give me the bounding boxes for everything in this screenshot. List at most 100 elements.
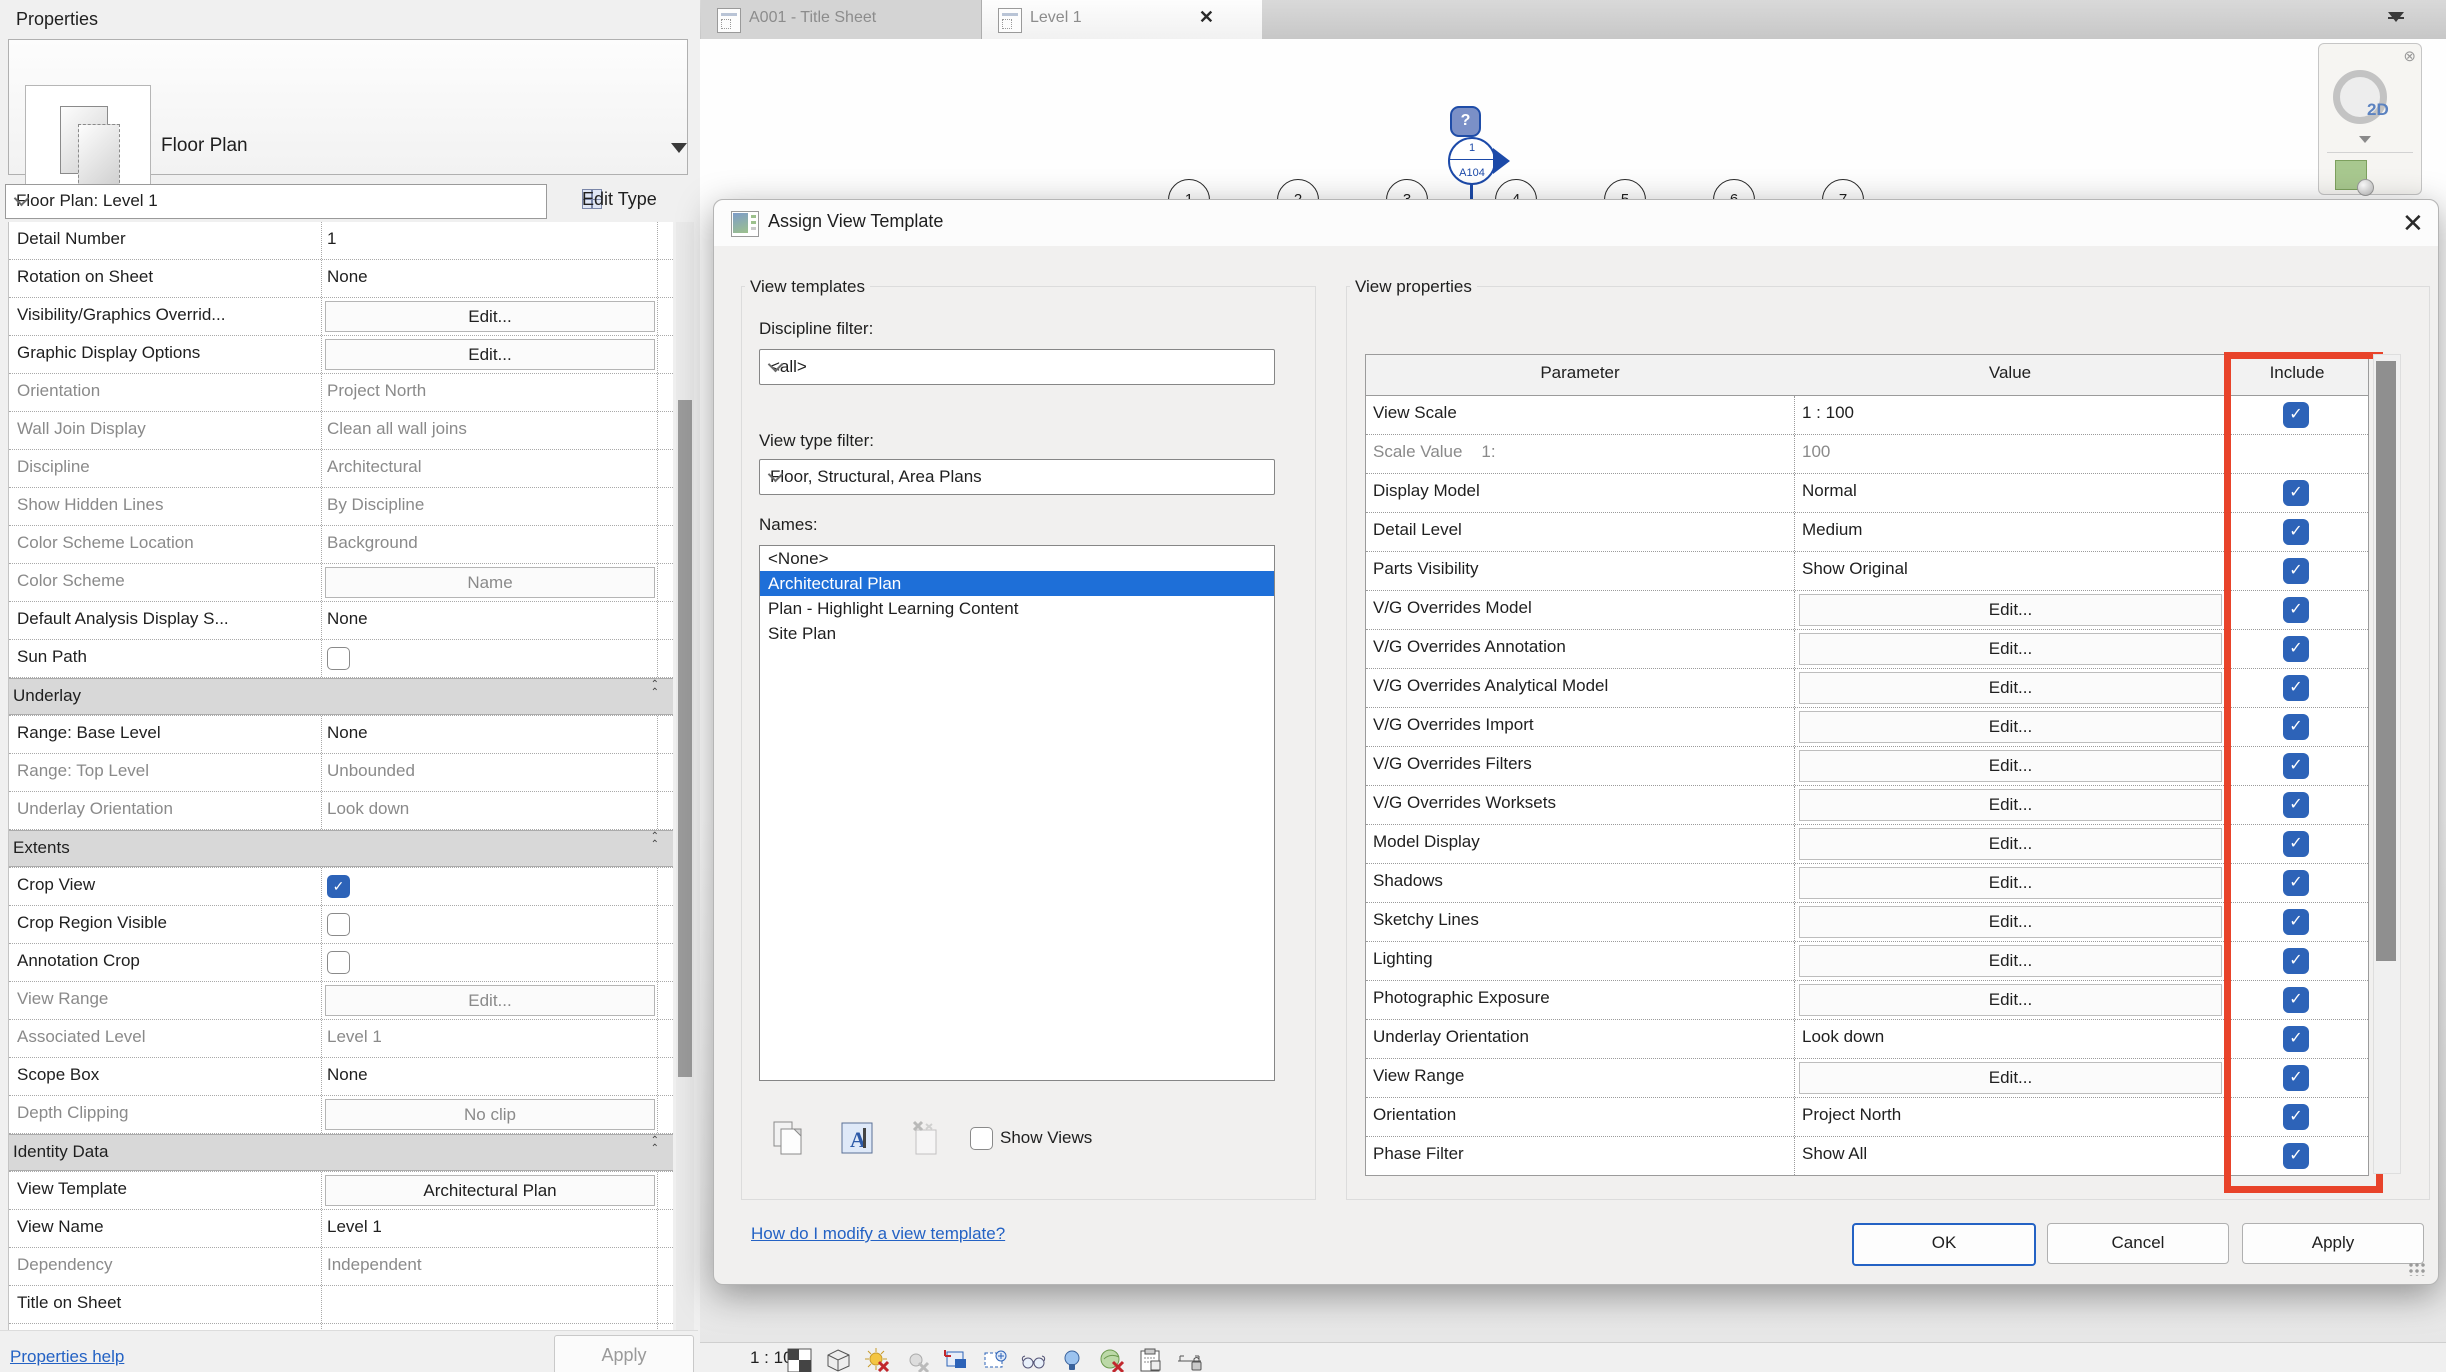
resize-grip[interactable] bbox=[2408, 1262, 2426, 1276]
dialog-help-link[interactable]: How do I modify a view template? bbox=[751, 1224, 1005, 1244]
table-row[interactable]: View Scale 1 : 100 1 : 100 ✓ bbox=[1366, 396, 2368, 435]
table-scrollbar-thumb[interactable] bbox=[2376, 361, 2396, 961]
property-row[interactable]: ⌃⌃ Range: Base Level None None bbox=[9, 716, 673, 754]
property-row[interactable]: ⌃⌃ Sun Path bbox=[9, 640, 673, 678]
template-name-item[interactable]: Plan - Highlight Learning Content bbox=[760, 596, 1274, 621]
property-value[interactable]: None bbox=[327, 267, 368, 287]
value-cell[interactable]: Look down bbox=[1802, 1027, 1884, 1047]
chevron-down-icon[interactable] bbox=[2359, 136, 2371, 143]
property-edit-button[interactable]: Edit... bbox=[325, 985, 655, 1016]
property-row[interactable]: ⌃⌃ Discipline Architectural Architectura… bbox=[9, 450, 673, 488]
table-row[interactable]: Scale Value 1: 100 100 ✓ bbox=[1366, 435, 2368, 474]
zoom-region-icon[interactable] bbox=[2335, 160, 2367, 190]
property-row[interactable]: ⌃⌃ Orientation Project North Project Nor… bbox=[9, 374, 673, 412]
value-edit-button[interactable]: Edit... bbox=[1799, 945, 2222, 977]
section-header[interactable]: Extents⌃⌃ bbox=[9, 830, 673, 867]
value-edit-button[interactable]: Edit... bbox=[1799, 672, 2222, 704]
table-row[interactable]: V/G Overrides Filters Edit... Edit... ✓ bbox=[1366, 747, 2368, 786]
chevron-down-icon[interactable] bbox=[671, 143, 687, 153]
table-row[interactable]: Phase Filter Show All Show All ✓ bbox=[1366, 1137, 2368, 1176]
property-row[interactable]: Identity Data⌃⌃ bbox=[9, 1134, 673, 1172]
navigation-bar[interactable]: ⊗ 2D bbox=[2318, 43, 2422, 195]
property-row[interactable]: ⌃⌃ View Range Edit... Edit... bbox=[9, 982, 673, 1020]
property-value[interactable]: None bbox=[327, 1065, 368, 1085]
value-edit-button[interactable]: Edit... bbox=[1799, 594, 2222, 626]
property-row[interactable]: ⌃⌃ Rotation on Sheet None None bbox=[9, 260, 673, 298]
property-value[interactable]: Level 1 bbox=[327, 1027, 382, 1047]
property-row[interactable]: ⌃⌃ Annotation Crop bbox=[9, 944, 673, 982]
cancel-button[interactable]: Cancel bbox=[2047, 1223, 2229, 1264]
value-edit-button[interactable]: Edit... bbox=[1799, 906, 2222, 938]
worksharing-icon[interactable] bbox=[1098, 1347, 1125, 1372]
property-edit-button[interactable]: Architectural Plan bbox=[325, 1175, 655, 1206]
property-row[interactable]: ⌃⌃ Show Hidden Lines By Discipline By Di… bbox=[9, 488, 673, 526]
property-edit-button[interactable]: Name bbox=[325, 567, 655, 598]
help-balloon-icon[interactable]: ? bbox=[1450, 106, 1481, 137]
property-row[interactable]: ⌃⌃ Graphic Display Options Edit... Edit.… bbox=[9, 336, 673, 374]
type-selector[interactable]: Floor Plan bbox=[8, 39, 688, 175]
property-row[interactable]: ⌃⌃ Visibility/Graphics Overrid... Edit..… bbox=[9, 298, 673, 336]
table-row[interactable]: V/G Overrides Analytical Model Edit... E… bbox=[1366, 669, 2368, 708]
property-value[interactable]: Look down bbox=[327, 799, 409, 819]
property-checkbox[interactable] bbox=[327, 647, 350, 670]
temp-view-properties-icon[interactable] bbox=[1137, 1347, 1164, 1372]
crop-view-icon[interactable] bbox=[942, 1347, 969, 1372]
duplicate-template-icon[interactable] bbox=[772, 1120, 804, 1156]
sun-path-icon[interactable] bbox=[864, 1347, 891, 1372]
property-value[interactable]: Clean all wall joins bbox=[327, 419, 467, 439]
table-row[interactable]: Underlay Orientation Look down Look down… bbox=[1366, 1020, 2368, 1059]
collapse-icon[interactable]: ⌃⌃ bbox=[651, 1137, 659, 1153]
property-row[interactable]: ⌃⌃ View Name Level 1 Level 1 bbox=[9, 1210, 673, 1248]
properties-apply-button[interactable]: Apply bbox=[554, 1335, 694, 1372]
value-edit-button[interactable]: Edit... bbox=[1799, 984, 2222, 1016]
table-row[interactable]: Photographic Exposure Edit... Edit... ✓ bbox=[1366, 981, 2368, 1020]
template-names-list[interactable]: <None>Architectural PlanPlan - Highlight… bbox=[759, 545, 1275, 1081]
table-row[interactable]: Detail Level Medium Medium ✓ bbox=[1366, 513, 2368, 552]
property-row[interactable]: ⌃⌃ Range: Top Level Unbounded Unbounded bbox=[9, 754, 673, 792]
property-value[interactable]: By Discipline bbox=[327, 495, 424, 515]
reveal-hidden-icon[interactable] bbox=[1059, 1347, 1086, 1372]
collapse-icon[interactable]: ⌃⌃ bbox=[651, 833, 659, 849]
dialog-titlebar[interactable]: Assign View Template ✕ bbox=[714, 200, 2438, 246]
value-edit-button[interactable]: Edit... bbox=[1799, 867, 2222, 899]
property-row[interactable]: ⌃⌃ Scope Box None None bbox=[9, 1058, 673, 1096]
property-value[interactable]: Background bbox=[327, 533, 418, 553]
value-edit-button[interactable]: Edit... bbox=[1799, 828, 2222, 860]
property-row[interactable]: ⌃⌃ Associated Level Level 1 Level 1 bbox=[9, 1020, 673, 1058]
property-row[interactable]: ⌃⌃ Title on Sheet bbox=[9, 1286, 673, 1324]
value-edit-button[interactable]: Edit... bbox=[1799, 633, 2222, 665]
property-value[interactable]: None bbox=[327, 609, 368, 629]
table-row[interactable]: Lighting Edit... Edit... ✓ bbox=[1366, 942, 2368, 981]
show-views-checkbox[interactable] bbox=[970, 1127, 993, 1150]
property-row[interactable]: ⌃⌃ Dependency Independent Independent bbox=[9, 1248, 673, 1286]
value-cell[interactable]: Show All bbox=[1802, 1144, 1867, 1164]
property-value[interactable]: Architectural bbox=[327, 457, 421, 477]
property-row[interactable]: ⌃⌃ Wall Join Display Clean all wall join… bbox=[9, 412, 673, 450]
apply-button[interactable]: Apply bbox=[2242, 1223, 2424, 1264]
value-cell[interactable]: Normal bbox=[1802, 481, 1857, 501]
tab-level-1[interactable]: Level 1 ✕ bbox=[982, 0, 1262, 39]
value-cell[interactable]: 1 : 100 bbox=[1802, 403, 1854, 423]
value-cell[interactable]: Project North bbox=[1802, 1105, 1901, 1125]
table-row[interactable]: V/G Overrides Annotation Edit... Edit...… bbox=[1366, 630, 2368, 669]
value-edit-button[interactable]: Edit... bbox=[1799, 1062, 2222, 1094]
reveal-constraints-icon[interactable] bbox=[1176, 1347, 1203, 1372]
value-cell[interactable]: 100 bbox=[1802, 442, 1830, 462]
edit-type-button[interactable]: Edit Type bbox=[552, 186, 692, 216]
property-row[interactable]: ⌃⌃ Crop View ✓ bbox=[9, 868, 673, 906]
table-row[interactable]: Sketchy Lines Edit... Edit... ✓ bbox=[1366, 903, 2368, 942]
property-edit-button[interactable]: Edit... bbox=[325, 339, 655, 370]
value-edit-button[interactable]: Edit... bbox=[1799, 711, 2222, 743]
table-row[interactable]: Orientation Project North Project North … bbox=[1366, 1098, 2368, 1137]
property-checkbox[interactable] bbox=[327, 913, 350, 936]
crop-region-icon[interactable] bbox=[981, 1347, 1008, 1372]
table-row[interactable]: Parts Visibility Show Original Show Orig… bbox=[1366, 552, 2368, 591]
property-checkbox[interactable] bbox=[327, 951, 350, 974]
property-value[interactable]: Independent bbox=[327, 1255, 422, 1275]
property-row[interactable]: ⌃⌃ Underlay Orientation Look down Look d… bbox=[9, 792, 673, 830]
close-icon[interactable]: ⊗ bbox=[2403, 47, 2416, 65]
property-row[interactable]: Extents⌃⌃ bbox=[9, 830, 673, 868]
hide-isolate-icon[interactable] bbox=[1020, 1347, 1047, 1372]
section-head-icon[interactable]: 1 A104 bbox=[1448, 137, 1496, 185]
property-row[interactable]: ⌃⌃ Default Analysis Display S... None No… bbox=[9, 602, 673, 640]
